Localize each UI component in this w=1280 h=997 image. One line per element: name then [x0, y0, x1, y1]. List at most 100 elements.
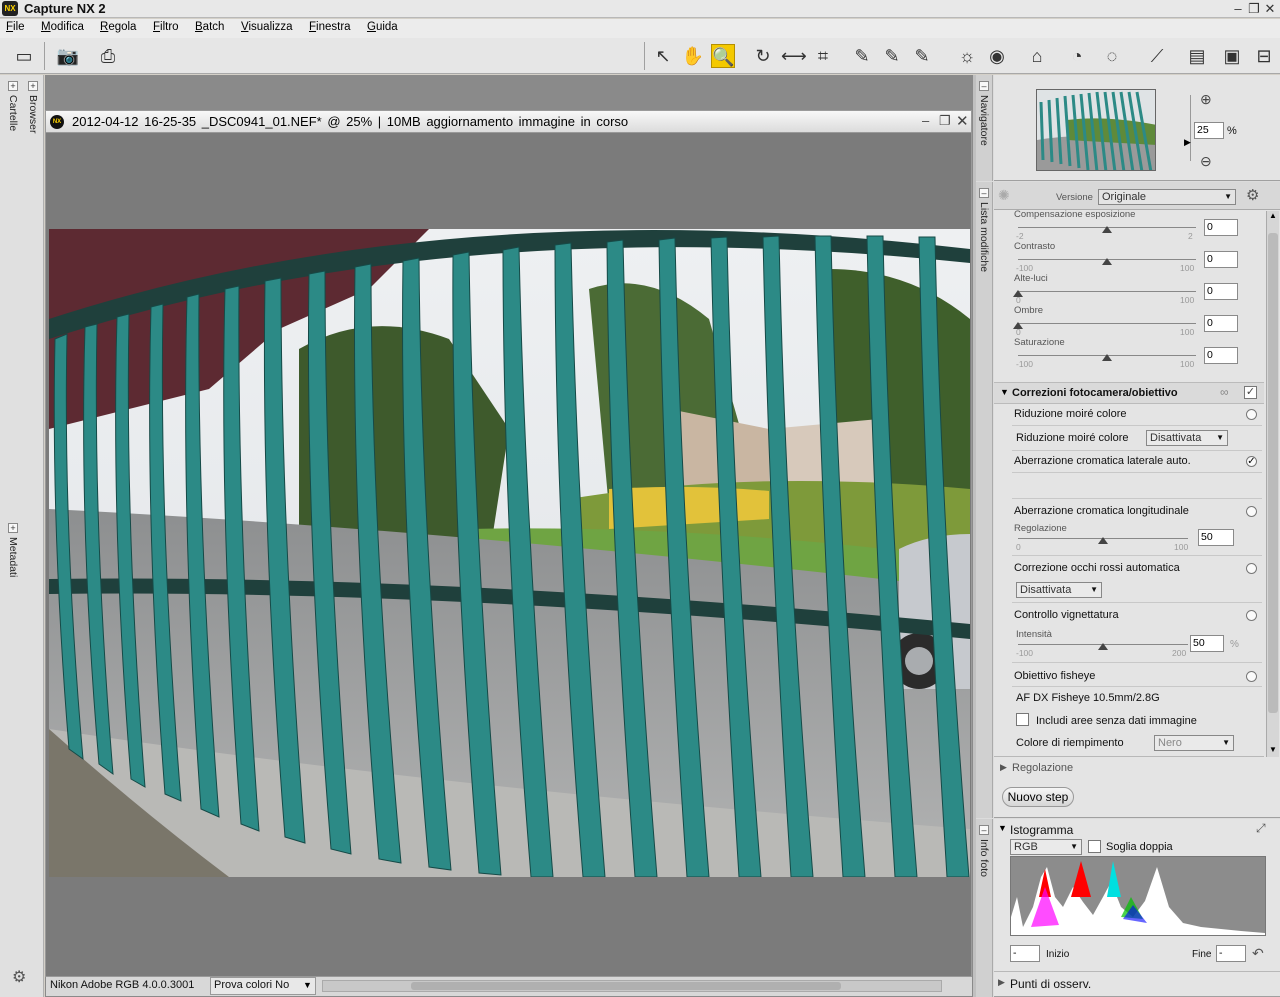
settings-gear-icon[interactable]: ⚙: [12, 967, 26, 987]
slider-track[interactable]: [1018, 291, 1196, 292]
section-enable-checkbox[interactable]: ✓: [1244, 386, 1257, 399]
horizontal-scroll-thumb[interactable]: [411, 982, 841, 990]
include-empty-areas-checkbox[interactable]: [1016, 713, 1029, 726]
browser-expand-icon[interactable]: +: [28, 81, 38, 91]
workspace-icon[interactable]: ▭: [12, 44, 36, 68]
label-icon[interactable]: ⌂: [1025, 44, 1049, 68]
proof-dropdown[interactable]: Prova colori No ▼: [210, 977, 316, 995]
zoom-slider-knob-icon[interactable]: ▶: [1184, 137, 1191, 148]
tab-metadata[interactable]: Metadati: [7, 537, 19, 577]
white-point-icon[interactable]: ✎: [910, 44, 934, 68]
slider-value-input[interactable]: 0: [1204, 347, 1238, 364]
black-point-icon[interactable]: ✎: [850, 44, 874, 68]
histogram-graph[interactable]: [1010, 856, 1266, 936]
tab-navigator[interactable]: Navigatore: [978, 95, 990, 146]
tab-folders[interactable]: Cartelle: [7, 95, 19, 131]
redeye-icon[interactable]: ◉: [985, 44, 1009, 68]
longitudinal-ca-input[interactable]: 50: [1198, 529, 1234, 546]
lateral-ca-radio[interactable]: ✓: [1246, 456, 1257, 467]
slider-value-input[interactable]: 0: [1204, 283, 1238, 300]
menu-finestra[interactable]: Finestra: [309, 21, 351, 33]
zoom-tool-icon[interactable]: 🔍: [711, 44, 735, 68]
histogram-expanded-icon[interactable]: ▼: [998, 823, 1007, 833]
zoom-in-icon[interactable]: ⊕: [1200, 91, 1212, 108]
tab-edit-list[interactable]: Lista modifiche: [978, 202, 990, 272]
navigator-collapse-icon[interactable]: –: [979, 81, 989, 91]
edits-vertical-scrollbar[interactable]: ▲ ▼: [1266, 211, 1279, 757]
metadata-expand-icon[interactable]: +: [8, 523, 18, 533]
moire-dropdown[interactable]: Disattivata: [1146, 430, 1228, 446]
slider-knob[interactable]: [1013, 322, 1023, 329]
color-control-point-icon[interactable]: ☼: [955, 44, 979, 68]
horizontal-scrollbar[interactable]: [322, 980, 942, 992]
crop-icon[interactable]: ⌗: [811, 44, 835, 68]
close-icon[interactable]: ✕: [1262, 1, 1278, 16]
neutral-point-icon[interactable]: ✎: [880, 44, 904, 68]
arrow-tool-icon[interactable]: ↖: [651, 44, 675, 68]
slider-track[interactable]: [1018, 323, 1196, 324]
slider-knob[interactable]: [1102, 226, 1112, 233]
histogram-reset-icon[interactable]: ↶: [1252, 945, 1264, 962]
slider-value-input[interactable]: 0: [1204, 219, 1238, 236]
new-step-button[interactable]: Nuovo step: [1002, 787, 1074, 807]
points-collapsed-icon[interactable]: ▶: [998, 977, 1005, 988]
slider-value-input[interactable]: 0: [1204, 315, 1238, 332]
export-icon[interactable]: ⎙: [96, 44, 120, 68]
histogram-start-input[interactable]: -: [1010, 945, 1040, 962]
points-title[interactable]: Punti di osserv.: [1010, 977, 1091, 991]
version-settings-gear-icon[interactable]: ⚙: [1246, 186, 1259, 204]
folders-expand-icon[interactable]: +: [8, 81, 18, 91]
tab-photo-info[interactable]: Info foto: [978, 839, 990, 877]
photo-canvas[interactable]: [49, 229, 970, 877]
menu-regola[interactable]: Regola: [100, 21, 136, 33]
eraser-icon[interactable]: ⊟: [1252, 44, 1276, 68]
camera-lens-section-header[interactable]: ▼ Correzioni fotocamera/obiettivo ∞ ✓: [994, 382, 1264, 404]
selection-icon[interactable]: ◌: [1100, 44, 1124, 68]
scroll-down-icon[interactable]: ▼: [1269, 745, 1277, 754]
slider-knob[interactable]: [1102, 354, 1112, 361]
lasso-icon[interactable]: ◔: [1065, 44, 1089, 68]
double-threshold-checkbox[interactable]: [1088, 840, 1101, 853]
doc-close-icon[interactable]: ✕: [956, 112, 969, 130]
longitudinal-ca-radio[interactable]: [1246, 506, 1257, 517]
vignette-radio[interactable]: [1246, 610, 1257, 621]
vignette-input[interactable]: 50: [1190, 635, 1224, 652]
navigator-thumbnail[interactable]: [1036, 89, 1156, 171]
zoom-slider-track[interactable]: [1190, 95, 1191, 161]
menu-visualizza[interactable]: Visualizza: [241, 21, 293, 33]
version-dropdown[interactable]: Originale: [1098, 189, 1236, 205]
tab-browser[interactable]: Browser: [27, 95, 39, 134]
menu-batch[interactable]: Batch: [195, 21, 224, 33]
gradient-icon[interactable]: ▤: [1185, 44, 1209, 68]
straighten-icon[interactable]: ⟷: [781, 44, 807, 68]
vignette-knob[interactable]: [1098, 643, 1108, 650]
redeye-radio[interactable]: [1246, 563, 1257, 574]
menu-guida[interactable]: Guida: [367, 21, 398, 33]
fill-color-dropdown[interactable]: Nero: [1154, 735, 1234, 751]
menu-filtro[interactable]: Filtro: [153, 21, 179, 33]
rotate-icon[interactable]: ↻: [751, 44, 775, 68]
minimize-icon[interactable]: –: [1230, 1, 1246, 16]
info-collapse-icon[interactable]: –: [979, 825, 989, 835]
redeye-dropdown[interactable]: Disattivata: [1016, 582, 1102, 598]
zoom-out-icon[interactable]: ⊖: [1200, 153, 1212, 170]
edits-scroll-thumb[interactable]: [1268, 233, 1278, 713]
link-icon[interactable]: ∞: [1220, 385, 1229, 399]
regolazione-collapsed-icon[interactable]: ▶: [1000, 762, 1007, 773]
slider-knob[interactable]: [1102, 258, 1112, 265]
slider-value-input[interactable]: 0: [1204, 251, 1238, 268]
brush-icon[interactable]: ⟋: [1145, 44, 1169, 68]
section-expanded-icon[interactable]: ▼: [1000, 387, 1009, 397]
moire-enable-radio[interactable]: [1246, 409, 1257, 420]
histogram-popout-icon[interactable]: ⤢: [1256, 821, 1266, 836]
slider-knob[interactable]: [1013, 290, 1023, 297]
channel-dropdown[interactable]: RGB: [1010, 839, 1082, 855]
regolazione-label[interactable]: Regolazione: [1012, 762, 1073, 774]
fill-icon[interactable]: ▣: [1220, 44, 1244, 68]
zoom-input[interactable]: 25: [1194, 122, 1224, 139]
doc-minimize-icon[interactable]: –: [922, 113, 929, 128]
histogram-end-input[interactable]: -: [1216, 945, 1246, 962]
fisheye-radio[interactable]: [1246, 671, 1257, 682]
menu-modifica[interactable]: Modifica: [41, 21, 84, 33]
doc-restore-icon[interactable]: ❐: [939, 113, 951, 129]
